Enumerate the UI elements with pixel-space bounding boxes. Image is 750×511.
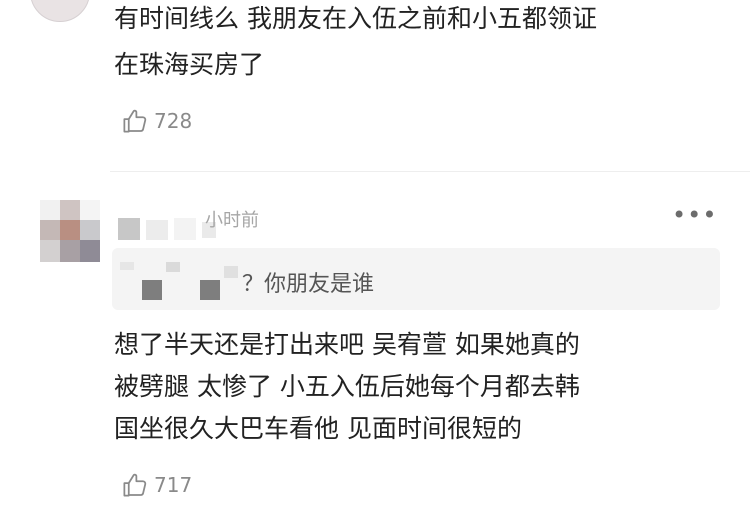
- comment-thread: 有时间线么 我朋友在入伍之前和小五都领证 在珠海买房了 728 小时前 •••: [0, 0, 750, 511]
- comment-text-line: 在珠海买房了: [114, 50, 265, 79]
- quoted-reply-text: ？你朋友是谁: [242, 272, 375, 297]
- comment-text-line: 有时间线么 我朋友在入伍之前和小五都领证: [114, 4, 597, 33]
- comment-time: 小时前: [205, 210, 259, 231]
- like-count: 728: [154, 109, 193, 133]
- username[interactable]: [118, 218, 218, 244]
- thumbs-up-icon: [120, 106, 150, 136]
- like-button[interactable]: 717: [120, 470, 192, 500]
- avatar[interactable]: [40, 200, 100, 262]
- divider: [110, 171, 750, 172]
- like-button[interactable]: 728: [120, 106, 192, 136]
- quoted-username: [120, 262, 242, 302]
- avatar[interactable]: [30, 0, 90, 22]
- comment-text-line: 国坐很久大巴车看他 见面时间很短的: [114, 414, 522, 443]
- more-dots-icon[interactable]: •••: [672, 203, 717, 227]
- comment-text-line: 被劈腿 太惨了 小五入伍后她每个月都去韩: [114, 372, 580, 401]
- thumbs-up-icon: [120, 470, 150, 500]
- comment-text-line: 想了半天还是打出来吧 吴宥萱 如果她真的: [114, 330, 580, 359]
- like-count: 717: [154, 473, 193, 497]
